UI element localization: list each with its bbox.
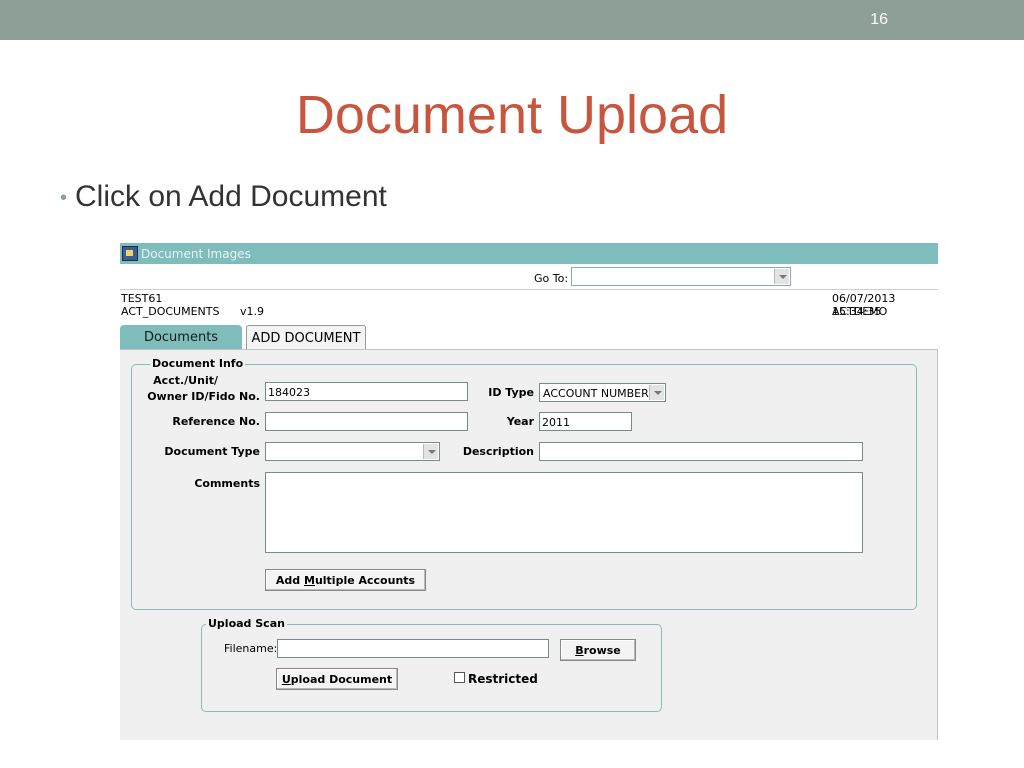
add-multiple-label-pre: Add xyxy=(275,574,304,587)
browse-mnemonic: B xyxy=(575,644,584,657)
app-icon xyxy=(122,246,138,261)
id-type-select[interactable]: ACCOUNT NUMBER xyxy=(539,383,666,402)
upload-mnemonic: U xyxy=(281,673,291,686)
chevron-down-icon[interactable] xyxy=(423,444,438,459)
year-input[interactable]: 2011 xyxy=(539,412,632,431)
add-multiple-label-post: ultiple Accounts xyxy=(314,574,416,587)
acct-label-line2: Owner ID/Fido No. xyxy=(147,390,260,403)
document-images-window: Document Images Go To: TEST61 ACT_DOCUME… xyxy=(120,243,938,740)
comments-textarea[interactable] xyxy=(265,472,863,553)
restricted-label: Restricted xyxy=(468,672,538,686)
browse-label: rowse xyxy=(583,644,621,657)
acct-number-input[interactable]: 184023 xyxy=(265,382,468,401)
bullet-item: • Click on Add Document xyxy=(60,180,387,214)
filename-input[interactable] xyxy=(277,639,549,658)
goto-label: Go To: xyxy=(534,272,569,285)
chevron-down-icon[interactable] xyxy=(649,385,664,400)
acct-label-line1: Acct./Unit/ xyxy=(153,374,218,387)
slide-number: 16 xyxy=(870,11,888,28)
slide-header-bar: 16 xyxy=(0,0,1024,40)
upload-scan-legend: Upload Scan xyxy=(206,617,287,630)
id-type-label: ID Type xyxy=(488,386,534,399)
add-multiple-mnemonic: M xyxy=(303,574,315,587)
year-label: Year xyxy=(506,415,534,428)
description-label: Description xyxy=(462,445,534,458)
description-input[interactable] xyxy=(539,442,863,461)
reference-input[interactable] xyxy=(265,412,468,431)
window-title: Document Images xyxy=(141,247,251,261)
id-type-value: ACCOUNT NUMBER xyxy=(543,387,649,400)
goto-toolbar: Go To: xyxy=(120,264,938,290)
module-version: v1.9 xyxy=(240,305,265,318)
session-user: ACTDEMO xyxy=(832,305,888,318)
upload-document-button[interactable]: Upload Document xyxy=(276,668,398,690)
filename-label: Filename: xyxy=(224,642,278,655)
add-document-panel: Document Info Acct./Unit/ Owner ID/Fido … xyxy=(120,349,938,740)
chevron-down-icon[interactable] xyxy=(774,269,789,284)
bullet-icon: • xyxy=(60,186,68,209)
add-multiple-accounts-button[interactable]: Add Multiple Accounts xyxy=(265,569,426,591)
document-type-label: Document Type xyxy=(164,445,260,458)
tab-documents[interactable]: Documents xyxy=(120,325,242,349)
comments-label: Comments xyxy=(194,477,260,490)
document-type-select[interactable] xyxy=(265,442,440,461)
browse-button[interactable]: Browse xyxy=(560,639,636,661)
bullet-text: Click on Add Document xyxy=(75,180,387,213)
restricted-checkbox[interactable] xyxy=(454,672,465,683)
upload-label: pload Document xyxy=(290,673,393,686)
tab-add-document[interactable]: ADD DOCUMENT xyxy=(246,325,366,349)
goto-select[interactable] xyxy=(571,267,791,286)
reference-label: Reference No. xyxy=(172,415,260,428)
upload-scan-group: Upload Scan xyxy=(201,617,662,712)
info-line-1: TEST61 xyxy=(121,292,163,305)
module-name: ACT_DOCUMENTS xyxy=(121,305,220,318)
document-info-legend: Document Info xyxy=(150,357,246,370)
slide-title: Document Upload xyxy=(295,85,729,145)
window-titlebar: Document Images xyxy=(120,243,938,264)
